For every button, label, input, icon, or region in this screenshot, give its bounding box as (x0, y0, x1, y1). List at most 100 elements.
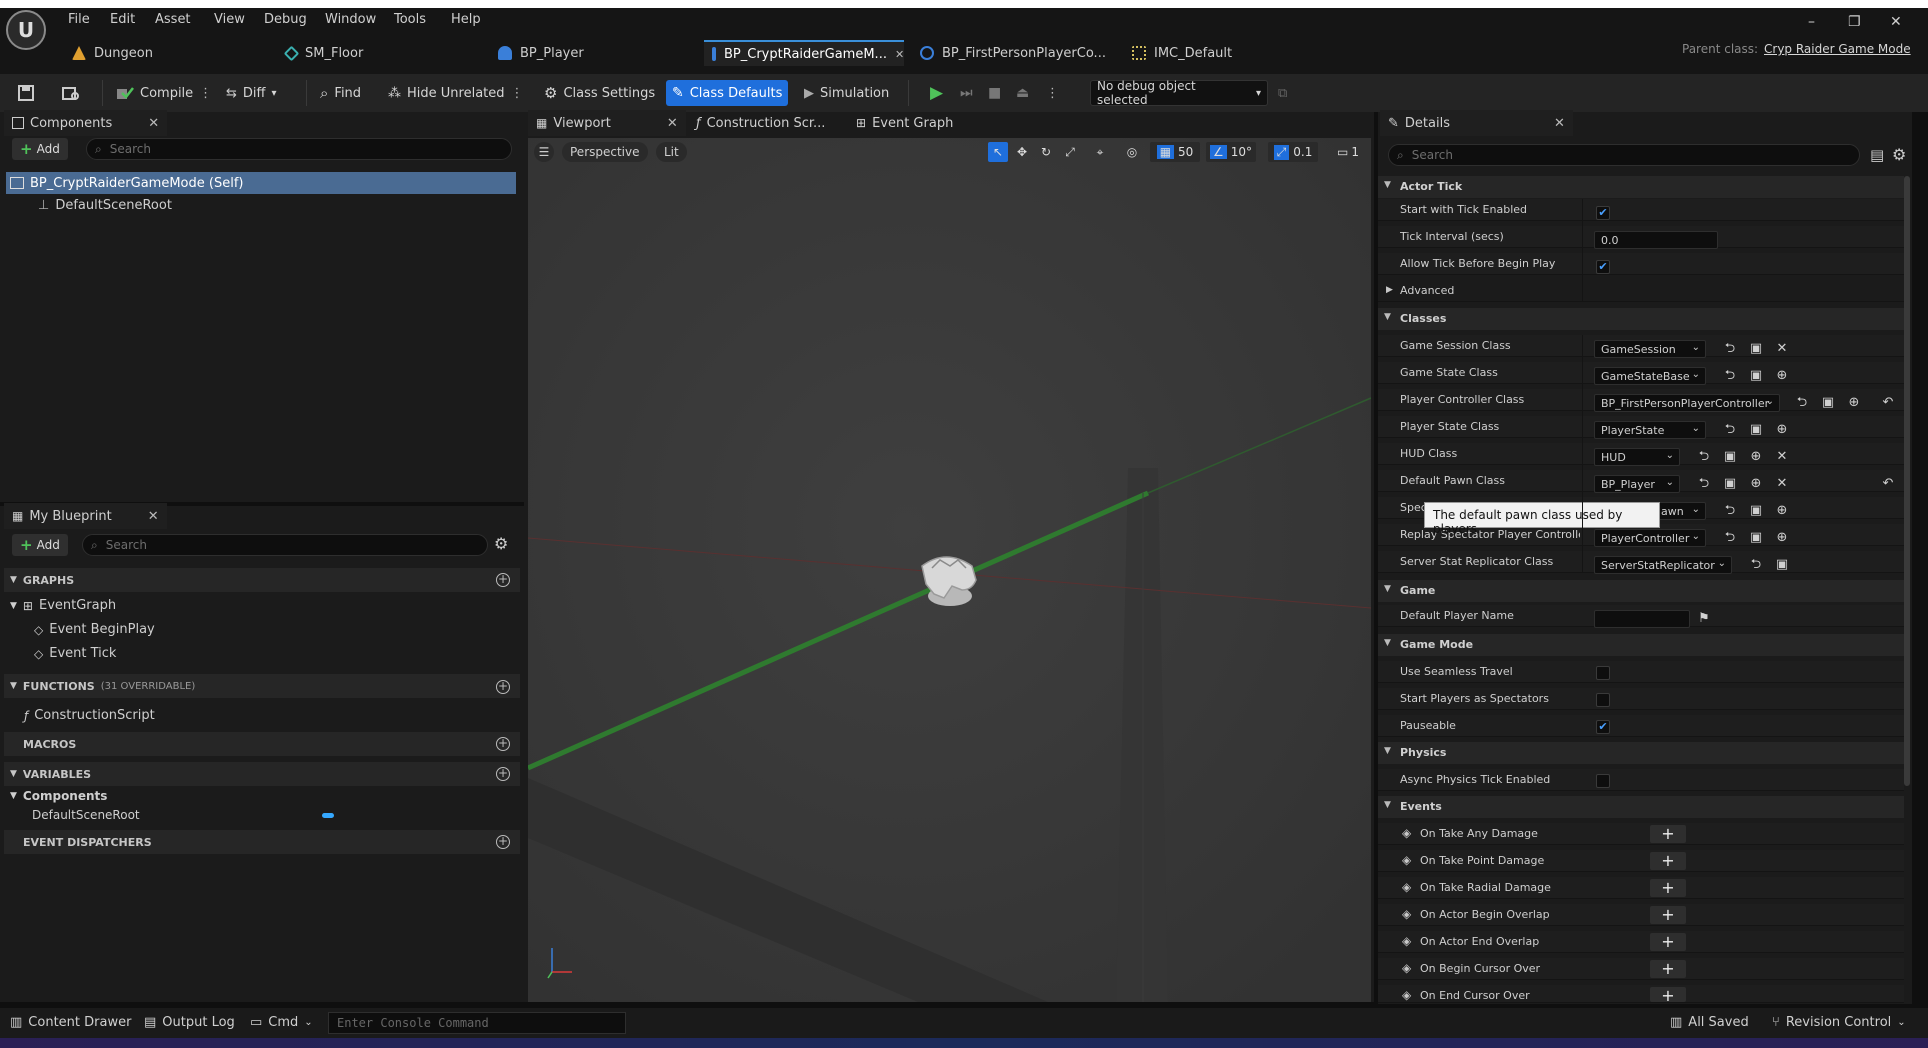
game-session-class-dropdown[interactable]: GameSession ⌄ (1594, 340, 1706, 358)
clear-icon[interactable]: ✕ (1774, 476, 1790, 492)
reset-to-default-icon[interactable]: ↶ (1880, 395, 1896, 411)
use-selected-icon[interactable]: ⮌ (1722, 368, 1738, 384)
component-item-self[interactable]: BP_CryptRaiderGameMode (Self) (6, 172, 516, 194)
menu-asset[interactable]: Asset (155, 12, 191, 27)
player-controller-class-dropdown[interactable]: BP_FirstPersonPlayerController ⌄ (1594, 394, 1780, 412)
world-local-icon[interactable]: ◎ (1122, 142, 1142, 162)
use-seamless-travel-checkbox[interactable] (1596, 666, 1610, 680)
menu-view[interactable]: View (214, 12, 245, 27)
debug-object-dropdown[interactable]: No debug object selected ▾ (1090, 79, 1268, 107)
tab-construction-script[interactable]: ƒ Construction Scr... (688, 110, 833, 136)
browse-icon[interactable]: ▣ (1820, 395, 1836, 411)
step-icon[interactable]: ⏭ (954, 80, 979, 106)
add-new-icon[interactable]: ⊕ (1774, 503, 1790, 519)
debug-filter-icon[interactable]: ⧉ (1272, 80, 1293, 106)
event-dispatchers-section-header[interactable]: EVENT DISPATCHERS (4, 830, 520, 854)
tab-my-blueprint[interactable]: ▦ My Blueprint ✕ (4, 503, 167, 529)
viewport-canvas[interactable] (528, 138, 1371, 1002)
browse-icon[interactable]: ▣ (1722, 476, 1738, 492)
add-event-button[interactable]: + (1650, 906, 1686, 924)
allow-tick-checkbox[interactable]: ✔ (1596, 260, 1610, 274)
menu-window[interactable]: Window (325, 12, 376, 27)
output-log-button[interactable]: ▤ Output Log (144, 1015, 235, 1030)
class-defaults-button[interactable]: ✎ Class Defaults (666, 80, 789, 106)
add-event-button[interactable]: + (1650, 987, 1686, 1002)
menu-debug[interactable]: Debug (264, 12, 307, 27)
browse-icon[interactable]: ▣ (1748, 422, 1764, 438)
grid-snap-toggle[interactable]: ▦ 50 (1150, 142, 1200, 162)
compile-options-icon[interactable]: ⋮ (199, 86, 212, 101)
tab-dungeon[interactable]: Dungeon (72, 40, 272, 66)
simulation-button[interactable]: ▶ Simulation (798, 80, 895, 106)
add-event-button[interactable]: + (1650, 960, 1686, 978)
stop-icon[interactable]: ■ (982, 80, 1007, 106)
variable-default-scene-root[interactable]: DefaultSceneRoot (32, 808, 140, 822)
add-function-icon[interactable]: + (496, 680, 510, 694)
class-settings-button[interactable]: ⚙ Class Settings (538, 80, 661, 106)
rotate-icon[interactable]: ↻ (1036, 142, 1056, 162)
component-item-default-scene-root[interactable]: ⊥ DefaultSceneRoot (38, 198, 172, 213)
add-macro-icon[interactable]: + (496, 737, 510, 751)
tick-interval-input[interactable]: 0.0 (1594, 231, 1718, 249)
eject-icon[interactable]: ⏏ (1010, 80, 1035, 106)
scale-snap-toggle[interactable]: ⤢ 0.1 (1268, 142, 1318, 162)
lit-button[interactable]: Lit (656, 142, 687, 162)
tab-components[interactable]: Components ✕ (4, 110, 168, 136)
menu-edit[interactable]: Edit (110, 12, 135, 27)
variables-components-group[interactable]: ▼ Components (10, 789, 107, 803)
tab-bp-firstpersonplayercontroller[interactable]: BP_FirstPersonPlayerCo... (920, 40, 1120, 66)
close-tab-icon[interactable]: ✕ (895, 48, 904, 61)
default-pawn-class-dropdown[interactable]: BP_Player ⌄ (1594, 475, 1680, 493)
property-matrix-icon[interactable]: ▤ (1870, 146, 1884, 164)
graphs-section-header[interactable]: ▼ GRAPHS (4, 568, 520, 592)
my-blueprint-search-input[interactable]: ⌕ Search (82, 534, 488, 556)
gear-icon[interactable]: ⚙ (1892, 145, 1906, 164)
menu-tools[interactable]: Tools (394, 12, 426, 27)
reset-to-default-icon[interactable]: ↶ (1880, 476, 1896, 492)
macros-section-header[interactable]: MACROS (4, 732, 520, 756)
save-icon[interactable] (12, 80, 40, 106)
add-new-icon[interactable]: ⊕ (1774, 368, 1790, 384)
category-actor-tick[interactable]: ▼ Actor Tick (1378, 176, 1904, 198)
details-scrollbar[interactable] (1904, 176, 1910, 786)
add-component-button[interactable]: + Add (12, 138, 68, 160)
category-events[interactable]: ▼ Events (1378, 796, 1904, 818)
viewport-menu-icon[interactable]: ☰ (534, 142, 554, 162)
use-selected-icon[interactable]: ⮌ (1748, 557, 1764, 573)
start-players-as-spectators-checkbox[interactable] (1596, 693, 1610, 707)
browse-icon[interactable]: ▣ (1748, 503, 1764, 519)
start-with-tick-checkbox[interactable]: ✔ (1596, 206, 1610, 220)
use-selected-icon[interactable]: ⮌ (1722, 503, 1738, 519)
use-selected-icon[interactable]: ⮌ (1722, 530, 1738, 546)
tab-bp-cryptraider-gamemode[interactable]: BP_CryptRaiderGameM... ✕ (704, 40, 904, 66)
more-options-icon[interactable]: ⋮ (511, 86, 524, 101)
tab-bp-player[interactable]: BP_Player (498, 40, 698, 66)
content-drawer-button[interactable]: ▥ Content Drawer (10, 1015, 131, 1030)
player-state-class-dropdown[interactable]: PlayerState ⌄ (1594, 421, 1706, 439)
row-advanced[interactable]: ▶ Advanced (1378, 280, 1904, 302)
components-search-input[interactable]: ⌕ Search (86, 138, 512, 160)
tab-details[interactable]: ✎ Details ✕ (1380, 110, 1573, 136)
browse-icon[interactable]: ▣ (1774, 557, 1790, 573)
add-event-button[interactable]: + (1650, 933, 1686, 951)
select-mode-icon[interactable]: ↖ (988, 142, 1008, 162)
cmd-dropdown[interactable]: ▭ Cmd ⌄ (250, 1015, 313, 1030)
restore-icon[interactable]: ❐ (1848, 14, 1861, 30)
all-saved-button[interactable]: ▥ All Saved (1670, 1015, 1749, 1030)
variables-section-header[interactable]: ▼ VARIABLES (4, 762, 520, 786)
add-new-icon[interactable]: ⊕ (1774, 422, 1790, 438)
add-variable-icon[interactable]: + (496, 767, 510, 781)
find-button[interactable]: ⌕ Find (314, 80, 367, 106)
add-event-button[interactable]: + (1650, 825, 1686, 843)
add-new-icon[interactable]: ⊕ (1846, 395, 1862, 411)
compile-button[interactable]: Compile ⋮ (110, 80, 218, 106)
add-graph-icon[interactable]: + (496, 573, 510, 587)
add-dispatcher-icon[interactable]: + (496, 835, 510, 849)
unreal-logo-icon[interactable]: U (6, 10, 46, 50)
add-new-icon[interactable]: ⊕ (1774, 530, 1790, 546)
tab-imc-default[interactable]: IMC_Default (1132, 40, 1292, 66)
browse-icon[interactable]: ▣ (1722, 449, 1738, 465)
clear-icon[interactable]: ✕ (1774, 341, 1790, 357)
close-icon[interactable]: ✕ (1554, 116, 1565, 131)
game-state-class-dropdown[interactable]: GameStateBase ⌄ (1594, 367, 1706, 385)
